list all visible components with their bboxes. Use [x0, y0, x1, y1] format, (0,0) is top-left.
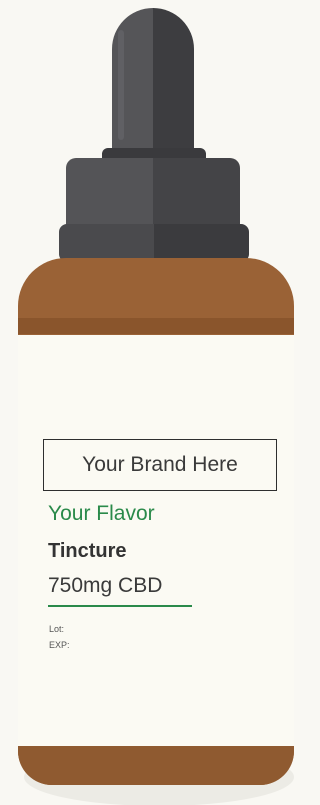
- strength-underline: [48, 605, 192, 607]
- dropper-cap-upper: [66, 158, 240, 230]
- strength-text: 750mg CBD: [48, 574, 163, 597]
- flavor-text: Your Flavor: [48, 502, 155, 525]
- bottle-shoulder-shade: [18, 318, 294, 334]
- dropper-cap-lower: [59, 224, 249, 262]
- dropper-bulb: [112, 8, 194, 156]
- dropper-bulb-highlight: [118, 30, 124, 140]
- brand-name-box: Your Brand Here: [43, 439, 277, 491]
- product-mockup: Your Brand Here Your Flavor Tincture 750…: [0, 0, 306, 805]
- product-type-text: Tincture: [48, 540, 127, 562]
- bottle-base: [18, 746, 294, 785]
- lot-label: Lot:: [49, 624, 65, 634]
- exp-label: EXP:: [49, 640, 70, 650]
